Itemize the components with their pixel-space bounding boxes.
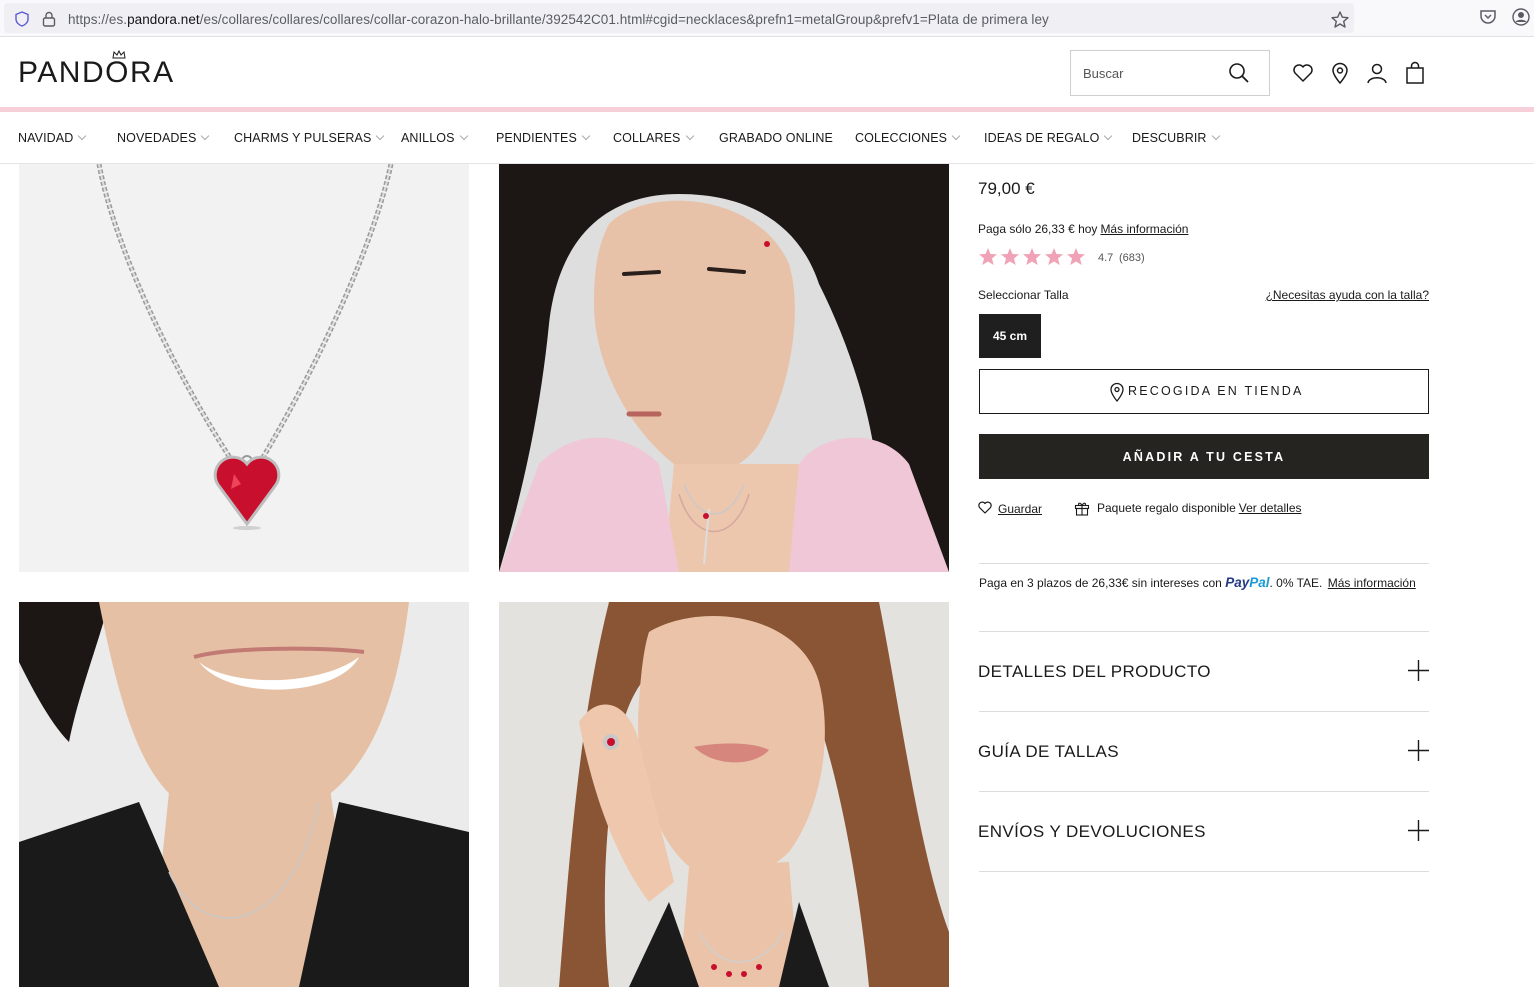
gift-text: Paquete regalo disponible <box>1097 501 1236 515</box>
installment-info: Paga sólo 26,33 € hoy Más información <box>978 222 1189 236</box>
gift-icon <box>1074 502 1090 516</box>
heart-icon <box>978 501 992 514</box>
model-photo-illustration <box>499 164 949 572</box>
nav-item-colecciones[interactable]: COLECCIONES <box>855 131 961 145</box>
nav-item-charms[interactable]: CHARMS Y PULSERAS <box>234 131 385 145</box>
store-pickup-button[interactable]: RECOGIDA EN TIENDA <box>979 369 1429 414</box>
store-pickup-label: RECOGIDA EN TIENDA <box>1128 384 1304 398</box>
chevron-down-icon <box>685 131 694 141</box>
product-image-necklace[interactable] <box>19 164 469 572</box>
star-icon <box>979 248 997 265</box>
size-label: Seleccionar Talla <box>978 288 1069 302</box>
paypal-installments: Paga en 3 plazos de 26,33€ sin intereses… <box>979 575 1416 590</box>
shield-icon[interactable] <box>15 11 29 27</box>
product-price: 79,00 € <box>978 179 1035 198</box>
plus-icon[interactable] <box>1408 740 1429 761</box>
store-locator-icon[interactable] <box>1328 61 1352 85</box>
divider <box>979 563 1429 564</box>
shopping-bag-icon[interactable] <box>1403 61 1427 85</box>
model-image-pink-shirt[interactable] <box>499 164 949 572</box>
location-pin-icon <box>1110 382 1124 402</box>
paypal-more-info-link[interactable]: Más información <box>1328 576 1416 590</box>
lock-icon[interactable] <box>42 11 56 27</box>
model-image-smile[interactable] <box>19 602 469 987</box>
chevron-down-icon <box>951 131 961 141</box>
size-option-45cm[interactable]: 45 cm <box>979 314 1041 358</box>
star-icon <box>1001 248 1019 265</box>
chevron-down-icon <box>1211 131 1220 141</box>
size-help-link[interactable]: ¿Necesitas ayuda con la talla? <box>1266 288 1429 302</box>
nav-item-descubrir[interactable]: DESCUBRIR <box>1132 131 1220 145</box>
gift-details-link[interactable]: Ver detalles <box>1239 501 1302 515</box>
search-icon[interactable] <box>1228 62 1250 84</box>
account-user-icon[interactable] <box>1365 61 1389 85</box>
add-to-cart-button[interactable]: AÑADIR A TU CESTA <box>979 434 1429 479</box>
nav-item-novedades[interactable]: NOVEDADES <box>117 131 210 145</box>
browser-toolbar: https://es.pandora.net/es/collares/colla… <box>0 0 1534 37</box>
star-icon <box>1023 248 1041 265</box>
chevron-down-icon <box>459 131 468 141</box>
divider <box>979 871 1429 872</box>
pocket-icon[interactable] <box>1479 8 1497 26</box>
chevron-down-icon <box>78 131 87 141</box>
account-icon[interactable] <box>1512 8 1530 26</box>
more-info-link[interactable]: Más información <box>1100 222 1188 236</box>
chevron-down-icon <box>581 131 591 141</box>
nav-item-collares[interactable]: COLLARES <box>613 131 694 145</box>
address-bar[interactable]: https://es.pandora.net/es/collares/colla… <box>4 3 1354 33</box>
nav-item-ideas-regalo[interactable]: IDEAS DE REGALO <box>984 131 1113 145</box>
model-photo-illustration <box>499 602 949 987</box>
divider <box>979 631 1429 632</box>
rating-value: 4.7 <box>1098 252 1114 264</box>
nav-item-pendientes[interactable]: PENDIENTES <box>496 131 591 145</box>
star-icon <box>1045 248 1063 265</box>
necklace-illustration <box>96 164 394 530</box>
nav-item-navidad[interactable]: NAVIDAD <box>18 131 87 145</box>
accordion-size-guide[interactable]: GUÍA DE TALLAS <box>978 742 1119 762</box>
bookmark-star-icon[interactable] <box>1330 10 1350 30</box>
model-image-hand-face[interactable] <box>499 602 949 987</box>
save-label: Guardar <box>998 502 1043 516</box>
accordion-shipping-returns[interactable]: ENVÍOS Y DEVOLUCIONES <box>978 822 1206 842</box>
search-input[interactable] <box>1083 63 1223 83</box>
nav-item-anillos[interactable]: ANILLOS <box>401 131 468 145</box>
divider <box>979 711 1429 712</box>
chevron-down-icon <box>1104 131 1113 141</box>
nav-item-grabado[interactable]: GRABADO ONLINE <box>719 131 833 145</box>
star-icon <box>1067 248 1085 265</box>
pandora-logo[interactable]: PANDORA <box>18 56 175 90</box>
crown-icon <box>112 50 126 59</box>
model-photo-illustration <box>19 602 469 987</box>
divider <box>979 791 1429 792</box>
accordion-product-details[interactable]: DETALLES DEL PRODUCTO <box>978 662 1211 682</box>
rating-count[interactable]: (683) <box>1119 252 1145 264</box>
chevron-down-icon <box>376 131 385 141</box>
url-text[interactable]: https://es.pandora.net/es/collares/colla… <box>68 12 1049 27</box>
plus-icon[interactable] <box>1408 820 1429 841</box>
wishlist-heart-icon[interactable] <box>1291 61 1315 85</box>
paypal-logo: PayPal <box>1225 575 1270 590</box>
plus-icon[interactable] <box>1408 660 1429 681</box>
chevron-down-icon <box>201 131 210 141</box>
